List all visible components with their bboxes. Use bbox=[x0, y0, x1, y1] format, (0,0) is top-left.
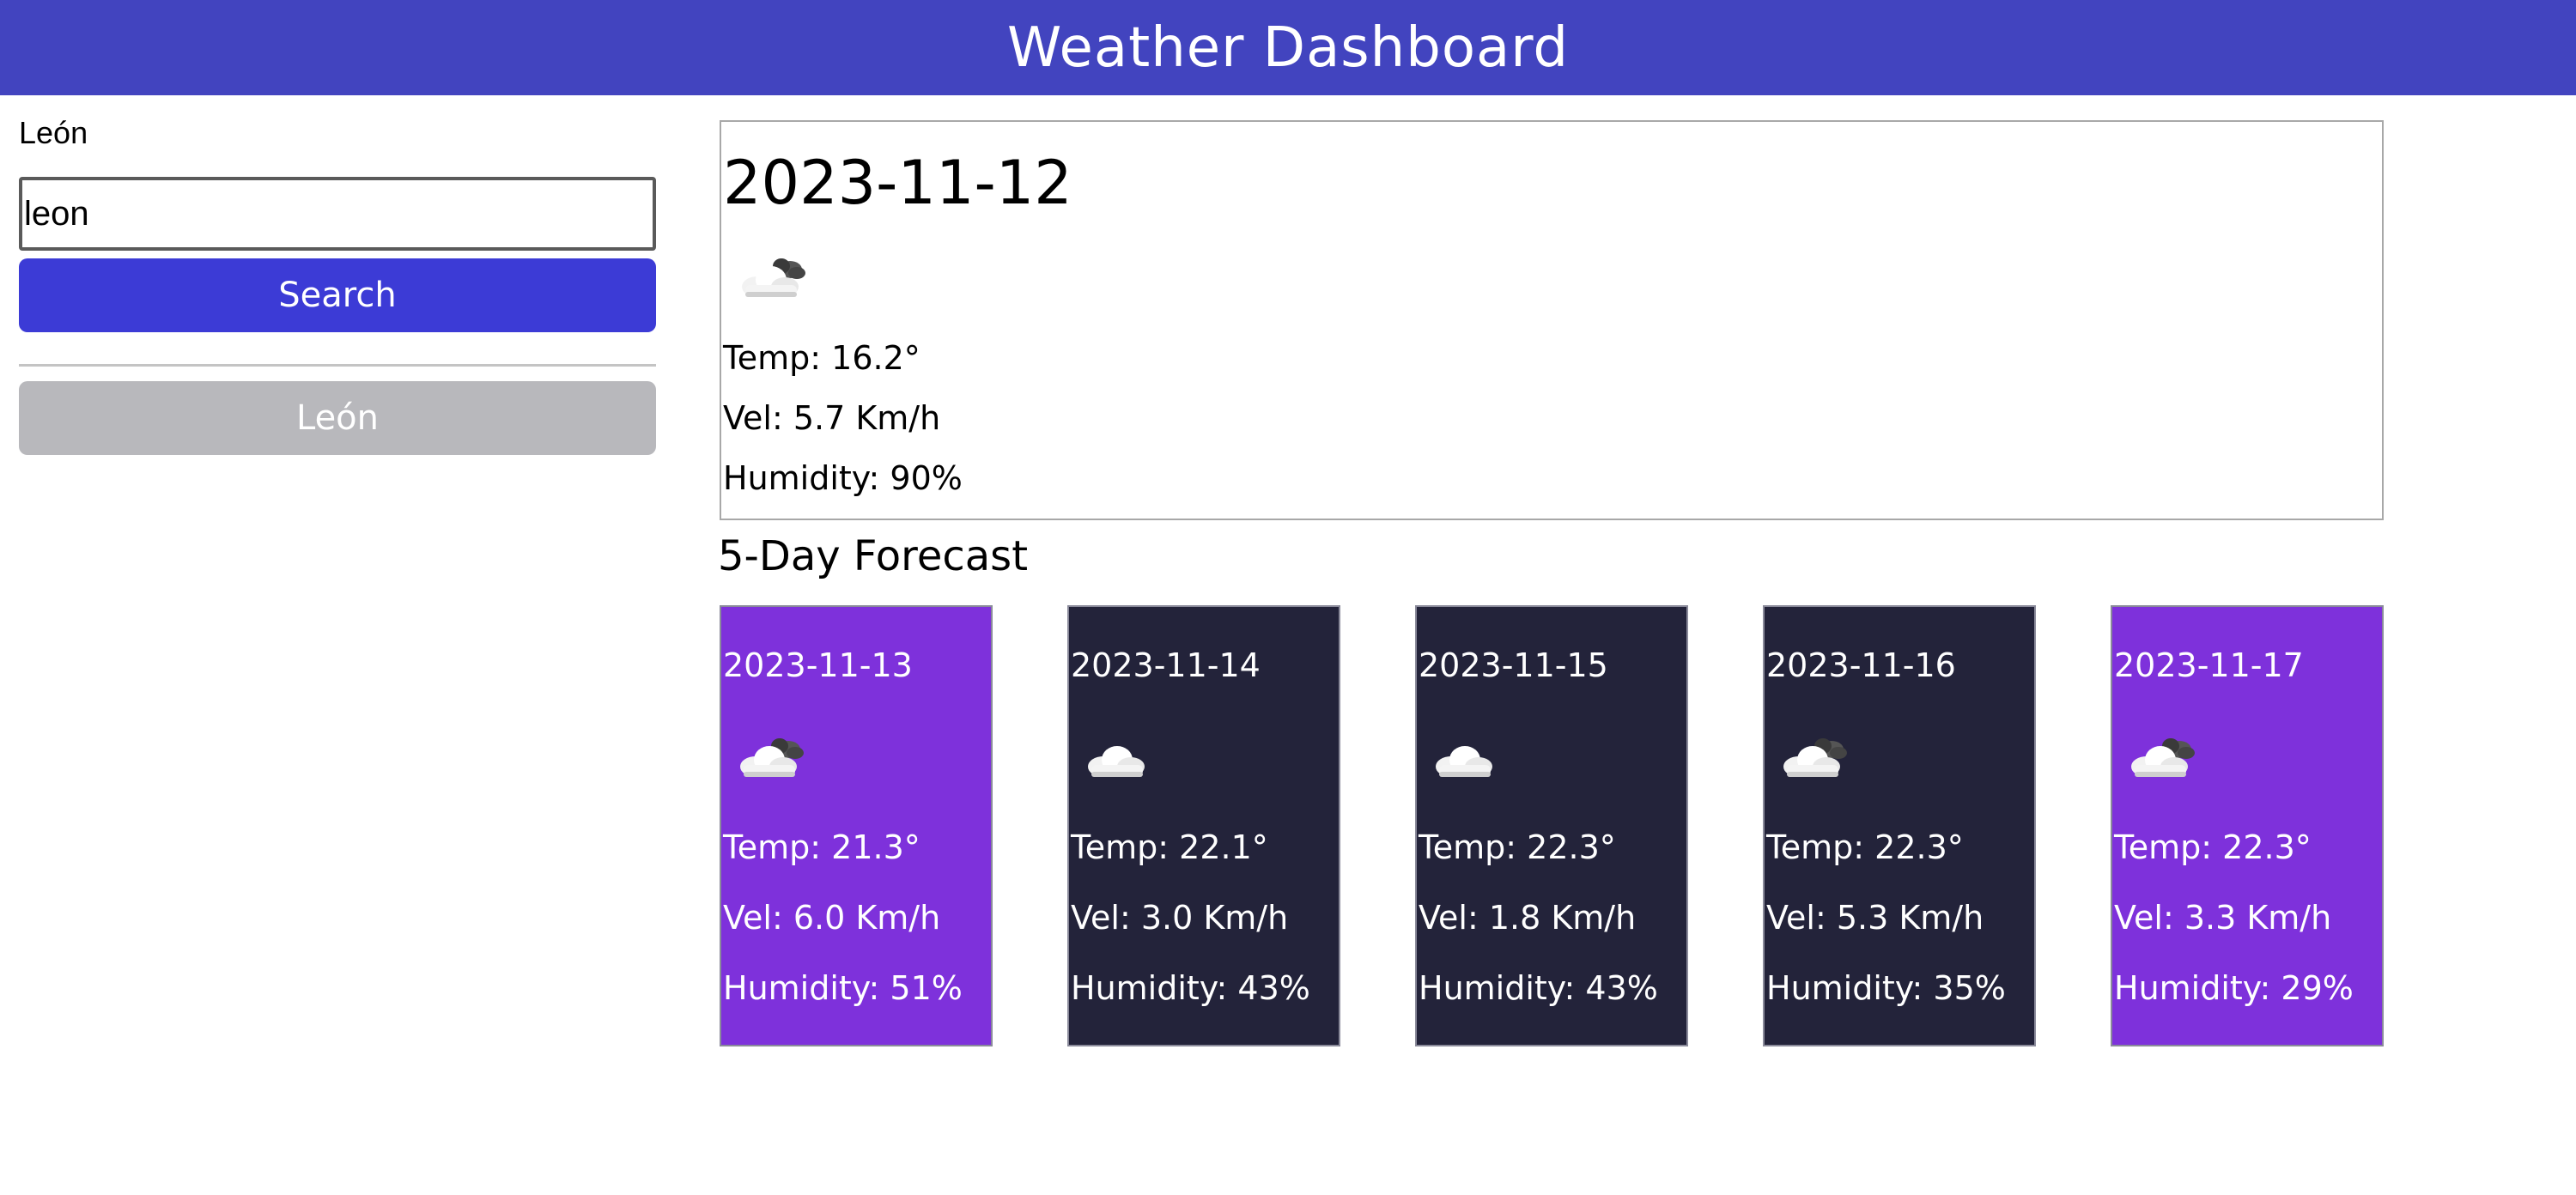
history-city-button[interactable]: León bbox=[19, 381, 656, 455]
forecast-humidity: Humidity: 29% bbox=[2114, 969, 2354, 1007]
forecast-date: 2023-11-14 bbox=[1071, 646, 1261, 684]
forecast-date: 2023-11-16 bbox=[1766, 646, 1956, 684]
search-button[interactable]: Search bbox=[19, 258, 656, 332]
forecast-temp: Temp: 21.3° bbox=[723, 828, 920, 866]
forecast-card: 2023-11-17 Temp: 22.3° Vel: 3.3 Km/h Humidi… bbox=[2111, 605, 2384, 1046]
forecast-card: 2023-11-13 Temp: 21.3° Vel: 6.0 Km/h Humidi… bbox=[720, 605, 993, 1046]
forecast-wind: Vel: 6.0 Km/h bbox=[723, 899, 941, 937]
forecast-date: 2023-11-17 bbox=[2114, 646, 2304, 684]
forecast-card: 2023-11-15 Temp: 22.3° Vel: 1.8 Km/h Humidi… bbox=[1415, 605, 1688, 1046]
current-wind: Vel: 5.7 Km/h bbox=[723, 399, 941, 437]
forecast-heading: 5-Day Forecast bbox=[718, 532, 1029, 580]
forecast-temp: Temp: 22.3° bbox=[1419, 828, 1616, 866]
current-date: 2023-11-12 bbox=[723, 148, 1072, 218]
partly-cloudy-icon bbox=[728, 242, 807, 302]
forecast-wind: Vel: 3.3 Km/h bbox=[2114, 899, 2332, 937]
partly-cloudy-icon bbox=[726, 722, 805, 782]
current-city-label: León bbox=[19, 115, 88, 150]
divider bbox=[19, 364, 656, 367]
partly-cloudy-icon bbox=[1770, 722, 1849, 782]
forecast-wind: Vel: 5.3 Km/h bbox=[1766, 899, 1984, 937]
forecast-humidity: Humidity: 51% bbox=[723, 969, 963, 1007]
app-header: Weather Dashboard bbox=[0, 0, 2576, 95]
current-humidity: Humidity: 90% bbox=[723, 459, 963, 497]
forecast-date: 2023-11-15 bbox=[1419, 646, 1608, 684]
forecast-card: 2023-11-16 Temp: 22.3° Vel: 5.3 Km/h Humidi… bbox=[1763, 605, 2036, 1046]
forecast-temp: Temp: 22.1° bbox=[1071, 828, 1268, 866]
cloud-icon bbox=[1074, 722, 1153, 782]
forecast-temp: Temp: 22.3° bbox=[1766, 828, 1964, 866]
forecast-humidity: Humidity: 43% bbox=[1419, 969, 1658, 1007]
forecast-humidity: Humidity: 43% bbox=[1071, 969, 1310, 1007]
current-temp: Temp: 16.2° bbox=[723, 339, 920, 377]
forecast-date: 2023-11-13 bbox=[723, 646, 913, 684]
forecast-card: 2023-11-14 Temp: 22.1° Vel: 3.0 Km/h Humidi… bbox=[1067, 605, 1340, 1046]
forecast-wind: Vel: 3.0 Km/h bbox=[1071, 899, 1289, 937]
forecast-humidity: Humidity: 35% bbox=[1766, 969, 2006, 1007]
forecast-wind: Vel: 1.8 Km/h bbox=[1419, 899, 1637, 937]
current-weather-panel: 2023-11-12 Temp: 16.2° Vel: 5.7 Km/h Hum… bbox=[720, 120, 2384, 520]
city-search-input[interactable] bbox=[19, 177, 656, 251]
cloud-icon bbox=[1422, 722, 1501, 782]
forecast-temp: Temp: 22.3° bbox=[2114, 828, 2312, 866]
page-title: Weather Dashboard bbox=[1006, 15, 1570, 80]
partly-cloudy-icon bbox=[2117, 722, 2196, 782]
